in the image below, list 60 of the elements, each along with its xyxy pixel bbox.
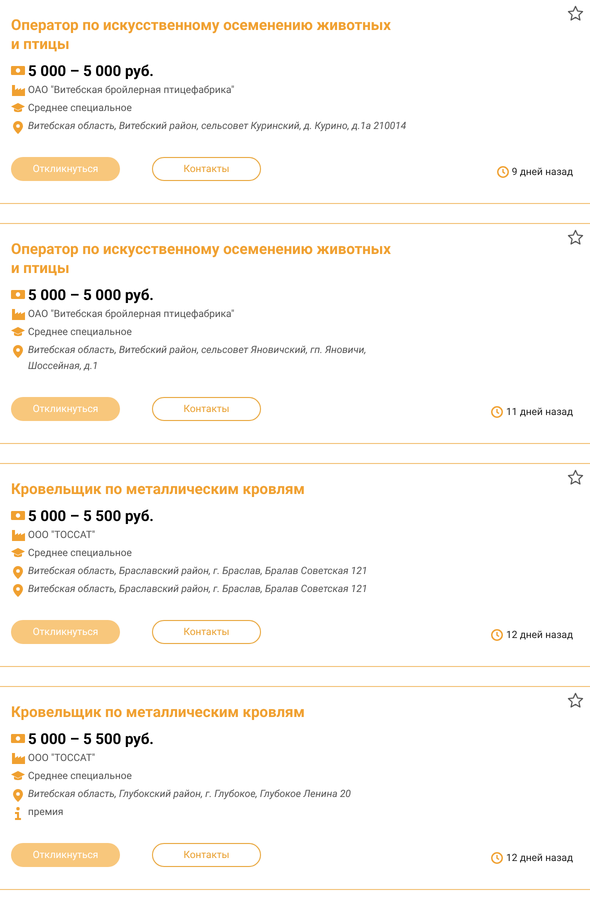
company-name: ОАО "Витебская бройлерная птицефабрика": [28, 308, 234, 322]
money-icon: [11, 510, 25, 521]
contacts-button[interactable]: Контакты: [152, 620, 261, 644]
star-icon[interactable]: [567, 469, 584, 486]
star-icon[interactable]: [567, 229, 584, 246]
apply-button[interactable]: Откликнуться: [11, 397, 120, 421]
money-icon: [11, 65, 25, 76]
company-name: ООО "ТОССАТ": [28, 752, 96, 766]
factory-icon: [12, 530, 24, 541]
graduation-cap-icon: [11, 327, 25, 337]
address: Витебская область, Браславский район, г. Браслав, Бралав Советская 121: [28, 565, 368, 579]
info-icon: [15, 807, 21, 820]
clock-icon: [491, 629, 504, 641]
job-title[interactable]: Кровельщик по металлическим кровлям: [11, 703, 401, 722]
location-pin-icon: [13, 345, 23, 358]
contacts-button[interactable]: Контакты: [152, 397, 261, 421]
benefit-text: премия: [28, 806, 64, 820]
salary-range: 5 000 – 5 000 руб.: [28, 61, 154, 81]
star-icon[interactable]: [567, 692, 584, 709]
job-title[interactable]: Кровельщик по металлическим кровлям: [11, 480, 401, 499]
contacts-button[interactable]: Контакты: [152, 157, 261, 181]
clock-icon: [491, 406, 504, 418]
graduation-cap-icon: [11, 103, 25, 113]
apply-button[interactable]: Откликнуться: [11, 157, 120, 181]
job-title[interactable]: Оператор по искусственному осеменению животных и птицы: [11, 16, 401, 54]
location-pin-icon: [13, 566, 23, 579]
clock-icon: [491, 852, 504, 864]
graduation-cap-icon: [11, 771, 25, 781]
salary-range: 5 000 – 5 000 руб.: [28, 285, 154, 305]
address: Витебская область, Витебский район, сельсовет Куринский, д. Курино, д.1а 210014: [28, 120, 408, 134]
address: Витебская область, Витебский район, сельсовет Яновичский, гп. Яновичи, Шоссейная, д.1: [28, 344, 368, 374]
money-icon: [11, 733, 25, 744]
salary-range: 5 000 – 5 500 руб.: [28, 729, 154, 749]
graduation-cap-icon: [11, 548, 25, 558]
posted-time: 11 дней назад: [506, 406, 573, 420]
location-pin-icon: [13, 121, 23, 134]
posted-time: 12 дней назад: [506, 628, 573, 642]
location-pin-icon: [13, 584, 23, 597]
education-level: Среднее специальное: [28, 547, 132, 561]
factory-icon: [12, 753, 24, 764]
company-name: ОАО "Витебская бройлерная птицефабрика": [28, 84, 234, 98]
salary-range: 5 000 – 5 500 руб.: [28, 506, 154, 526]
job-title[interactable]: Оператор по искусственному осеменению животных и птицы: [11, 240, 401, 278]
address: Витебская область, Глубокский район, г. Глубокое, Глубокое Ленина 20: [28, 788, 352, 802]
address: Витебская область, Браславский район, г. Браслав, Бралав Советская 121: [28, 583, 368, 597]
clock-icon: [496, 166, 509, 178]
factory-icon: [12, 309, 24, 320]
education-level: Среднее специальное: [28, 102, 132, 116]
education-level: Среднее специальное: [28, 326, 132, 340]
location-pin-icon: [13, 789, 23, 802]
company-name: ООО "ТОССАТ": [28, 529, 96, 543]
apply-button[interactable]: Откликнуться: [11, 843, 120, 867]
posted-time: 12 дней назад: [506, 852, 573, 866]
factory-icon: [12, 85, 24, 96]
posted-time: 9 дней назад: [512, 166, 573, 180]
education-level: Среднее специальное: [28, 770, 132, 784]
star-icon[interactable]: [567, 5, 584, 22]
contacts-button[interactable]: Контакты: [152, 843, 261, 867]
money-icon: [11, 289, 25, 300]
apply-button[interactable]: Откликнуться: [11, 620, 120, 644]
